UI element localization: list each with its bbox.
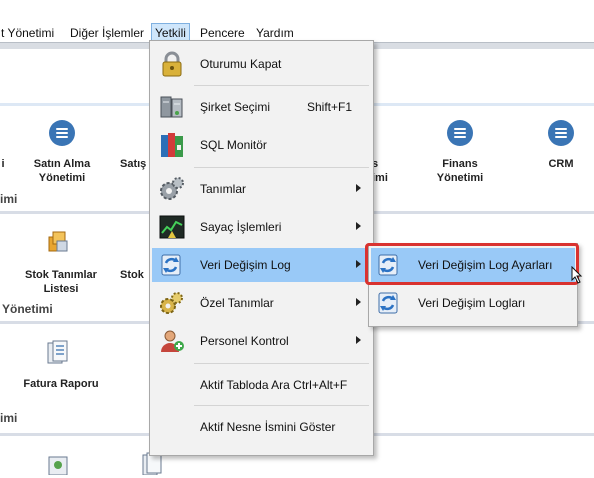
menu-bar: t Yönetimi Diğer İşlemler Yetkili Pencer… [0, 0, 594, 43]
menu-item-label: Oturumu Kapat [200, 57, 282, 71]
menu-item-label: Sayaç İşlemleri [200, 220, 282, 234]
menu-item-oturumu-kapat[interactable]: Oturumu Kapat [152, 47, 371, 81]
menu-item-label: Şirket Seçimi [200, 100, 271, 114]
tile-stok[interactable]: Stok [120, 268, 150, 282]
report-icon[interactable] [46, 339, 68, 364]
focus-highlight-box [365, 243, 579, 285]
menu-separator [194, 363, 369, 364]
personnel-icon [158, 327, 186, 355]
section-title: imi [0, 192, 18, 206]
document-icon[interactable] [46, 451, 68, 476]
menu-item-label: Personel Kontrol [200, 334, 289, 348]
menu-item-personel-kontrol[interactable]: Personel Kontrol [152, 324, 371, 358]
menu-item-sql-monitor[interactable]: SQL Monitör [152, 128, 371, 162]
menu-icon[interactable] [447, 120, 473, 146]
menu-separator [194, 405, 369, 406]
tile-fatura-raporu[interactable]: Fatura Raporu [14, 377, 108, 391]
tile-label: i [1, 158, 5, 170]
menu-item-tanimlar[interactable]: Tanımlar [152, 172, 371, 206]
mouse-pointer-icon [571, 265, 583, 287]
sync-logs-icon [375, 289, 403, 317]
menu-item-ozel-tanimlar[interactable]: Özel Tanımlar [152, 286, 371, 320]
menu-item-veri-degisim-log[interactable]: Veri Değişim Log [152, 248, 371, 282]
menu-separator [194, 85, 369, 86]
menu-icon[interactable] [49, 120, 75, 146]
menu-item-label: Özel Tanımlar [200, 296, 274, 310]
sync-log-icon [158, 251, 186, 279]
tile-partial-line2: imi [372, 172, 388, 184]
tile-crm[interactable]: CRM [536, 157, 586, 171]
menu-item-label: Veri Değişim Log [200, 258, 291, 272]
section-title: Yönetimi [2, 302, 53, 316]
books-icon [158, 131, 186, 159]
menu-item-aktif-nesne-ismini-goster[interactable]: Aktif Nesne İsmini Göster [152, 410, 371, 444]
submenu-arrow-icon [356, 336, 361, 344]
section-title: imi [0, 411, 18, 425]
submenu-arrow-icon [356, 260, 361, 268]
menu-item-diger-islemler[interactable]: Diğer İşlemler [70, 24, 144, 42]
stock-icon[interactable] [45, 229, 68, 253]
menu-separator [194, 167, 369, 168]
submenu-arrow-icon [356, 184, 361, 192]
shortcut-text: Shift+F1 [307, 100, 353, 114]
menu-item-label: Tanımlar [200, 182, 247, 196]
submenu-arrow-icon [356, 222, 361, 230]
padlock-icon [158, 50, 186, 78]
counter-icon [158, 213, 186, 241]
yetkili-dropdown-menu: Oturumu Kapat Şirket Seçimi Shift+F1 SQL… [149, 40, 374, 456]
tile-satis[interactable]: Satış [120, 157, 150, 171]
menu-item-label: SQL Monitör [200, 138, 267, 152]
tile-satin-alma[interactable]: Satın Alma Yönetimi [22, 157, 102, 185]
menu-item-aktif-tabloda-ara[interactable]: Aktif Tabloda Ara Ctrl+Alt+F [152, 368, 371, 402]
menu-item-yonetimi[interactable]: t Yönetimi [1, 24, 54, 42]
tile-finans[interactable]: Finans Yönetimi [420, 157, 500, 185]
special-gears-icon [158, 289, 186, 317]
menu-item-sayac-islemleri[interactable]: Sayaç İşlemleri [152, 210, 371, 244]
menu-item-label: Aktif Nesne İsmini Göster [200, 420, 336, 434]
menu-item-label: Veri Değişim Logları [418, 296, 526, 310]
menu-item-label: Aktif Tabloda Ara Ctrl+Alt+F [200, 378, 348, 392]
submenu-arrow-icon [356, 298, 361, 306]
gears-icon [158, 175, 186, 203]
menu-item-sirket-secimi[interactable]: Şirket Seçimi Shift+F1 [152, 90, 371, 124]
tile-stok-tanimlar[interactable]: Stok Tanımlar Listesi [14, 268, 108, 296]
submenu-item-veri-degisim-loglari[interactable]: Veri Değişim Logları [371, 286, 575, 320]
menu-icon[interactable] [548, 120, 574, 146]
server-icon [158, 93, 186, 121]
